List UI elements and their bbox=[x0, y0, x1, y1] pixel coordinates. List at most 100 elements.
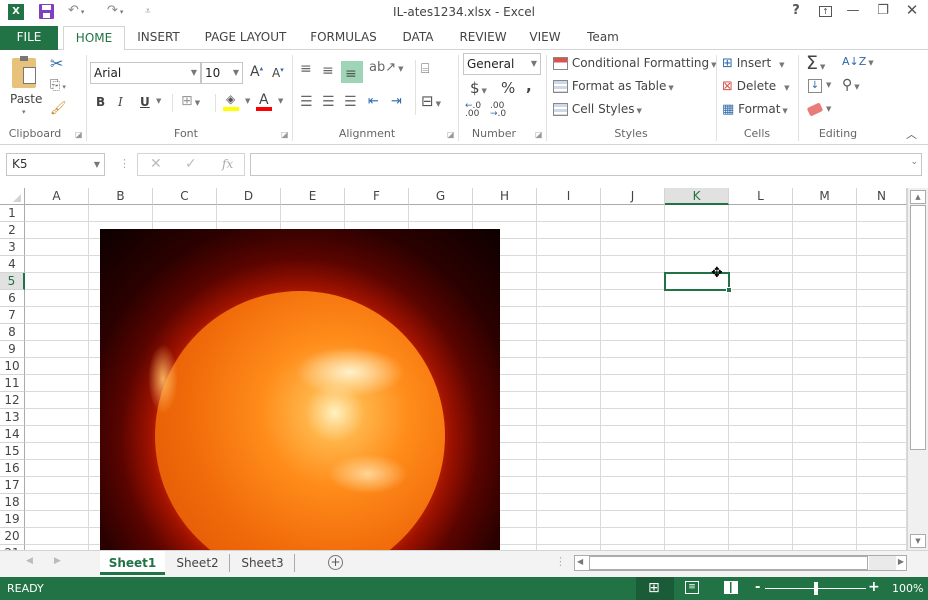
restore-icon[interactable]: ❐ bbox=[872, 3, 894, 18]
formula-bar-splitter-icon[interactable]: ⋮ bbox=[119, 157, 130, 170]
column-header-a[interactable]: A bbox=[25, 188, 89, 205]
column-header-g[interactable]: G bbox=[409, 188, 473, 205]
conditional-formatting-button[interactable]: Conditional Formatting ▼ bbox=[553, 56, 717, 70]
tab-review[interactable]: REVIEW bbox=[455, 26, 511, 50]
row-header-13[interactable]: 13 bbox=[0, 409, 25, 426]
find-select-icon[interactable]: ⚲ ▼ bbox=[842, 77, 860, 93]
font-dialog-launcher-icon[interactable]: ◪ bbox=[281, 130, 289, 139]
row-header-18[interactable]: 18 bbox=[0, 494, 25, 511]
font-size-combo[interactable]: 10 ▼ bbox=[201, 62, 243, 84]
increase-font-size-icon[interactable]: A▴ bbox=[250, 64, 263, 80]
tab-view[interactable]: VIEW bbox=[523, 26, 567, 50]
sun-picture[interactable] bbox=[100, 229, 500, 550]
row-header-4[interactable]: 4 bbox=[0, 256, 25, 273]
column-header-l[interactable]: L bbox=[729, 188, 793, 205]
fill-handle[interactable] bbox=[726, 287, 732, 293]
zoom-level[interactable]: 100% bbox=[892, 582, 923, 595]
sheet-tab-sheet1[interactable]: Sheet1 bbox=[100, 551, 165, 575]
row-header-8[interactable]: 8 bbox=[0, 324, 25, 341]
bold-button[interactable]: B bbox=[96, 95, 105, 109]
align-left-icon[interactable]: ☰ bbox=[300, 94, 313, 110]
autosum-button[interactable]: Σ ▼ bbox=[806, 52, 825, 74]
chevron-down-icon[interactable]: ▼ bbox=[156, 97, 161, 105]
help-icon[interactable]: ? bbox=[785, 3, 807, 18]
insert-cells-button[interactable]: ⊞ Insert ▼ bbox=[722, 56, 785, 71]
column-header-i[interactable]: I bbox=[537, 188, 601, 205]
sheet-tab-sheet3[interactable]: Sheet3 bbox=[231, 554, 295, 572]
page-break-preview-icon[interactable] bbox=[724, 581, 738, 594]
chevron-down-icon[interactable]: ▼ bbox=[245, 97, 250, 105]
decrease-font-size-icon[interactable]: A▾ bbox=[272, 66, 284, 80]
zoom-in-icon[interactable]: + bbox=[868, 579, 880, 595]
expand-formula-bar-icon[interactable]: ⌄ bbox=[910, 157, 918, 167]
row-header-2[interactable]: 2 bbox=[0, 222, 25, 239]
worksheet-grid[interactable]: ABCDEFGHIJKLMN 1 2 3 4 5 6 7 8 9 10 11 12 13 14 15 16 17… bbox=[0, 188, 928, 550]
cancel-icon[interactable]: ✕ bbox=[150, 156, 162, 172]
scroll-right-icon[interactable]: ▶ bbox=[898, 557, 904, 566]
row-header-15[interactable]: 15 bbox=[0, 443, 25, 460]
scroll-down-icon[interactable]: ▼ bbox=[910, 534, 926, 548]
top-align-icon[interactable]: ≡ bbox=[300, 61, 312, 77]
fill-icon[interactable]: ↓ bbox=[808, 79, 822, 93]
fill-color-button[interactable]: ◈ bbox=[223, 92, 241, 112]
column-header-b[interactable]: B bbox=[89, 188, 153, 205]
cut-icon[interactable]: ✂ bbox=[50, 54, 63, 73]
row-header-14[interactable]: 14 bbox=[0, 426, 25, 443]
row-header-16[interactable]: 16 bbox=[0, 460, 25, 477]
column-header-j[interactable]: J bbox=[601, 188, 665, 205]
column-header-c[interactable]: C bbox=[153, 188, 217, 205]
row-header-9[interactable]: 9 bbox=[0, 341, 25, 358]
alignment-dialog-launcher-icon[interactable]: ◪ bbox=[447, 130, 455, 139]
align-right-icon[interactable]: ☰ bbox=[344, 94, 357, 110]
italic-button[interactable]: I bbox=[118, 95, 123, 109]
row-header-12[interactable]: 12 bbox=[0, 392, 25, 409]
percent-style-button[interactable]: % bbox=[501, 79, 515, 97]
insert-function-button[interactable]: fx bbox=[222, 157, 233, 171]
next-sheet-icon[interactable]: ▶ bbox=[54, 556, 61, 566]
accounting-format-button[interactable]: $ ▼ bbox=[470, 79, 487, 97]
collapse-ribbon-icon[interactable]: ︿ bbox=[906, 126, 917, 142]
tab-home[interactable]: HOME bbox=[63, 26, 125, 51]
zoom-out-icon[interactable]: - bbox=[755, 580, 760, 595]
normal-view-button[interactable]: ⊞ bbox=[636, 577, 674, 600]
chevron-down-icon[interactable]: ▼ bbox=[826, 105, 831, 113]
new-sheet-icon[interactable]: + bbox=[328, 555, 343, 570]
tab-file[interactable]: FILE bbox=[0, 26, 58, 50]
column-header-k[interactable]: K bbox=[665, 188, 729, 205]
row-header-5[interactable]: 5 bbox=[0, 273, 25, 290]
number-format-combo[interactable]: General ▼ bbox=[463, 53, 541, 75]
formula-input[interactable]: ⌄ bbox=[250, 153, 922, 176]
vertical-scroll-thumb[interactable] bbox=[910, 205, 926, 450]
page-layout-view-icon[interactable]: ≡ bbox=[685, 581, 699, 594]
tab-formulas[interactable]: FORMULAS bbox=[305, 26, 382, 50]
format-as-table-button[interactable]: Format as Table ▼ bbox=[553, 79, 674, 93]
tab-page-layout[interactable]: PAGE LAYOUT bbox=[198, 26, 293, 50]
horizontal-scrollbar[interactable]: ◀ ▶ bbox=[574, 555, 907, 571]
tab-insert[interactable]: INSERT bbox=[131, 26, 186, 50]
clipboard-dialog-launcher-icon[interactable]: ◪ bbox=[75, 130, 83, 139]
clear-icon[interactable] bbox=[806, 102, 824, 117]
row-header-6[interactable]: 6 bbox=[0, 290, 25, 307]
row-header-20[interactable]: 20 bbox=[0, 528, 25, 545]
previous-sheet-icon[interactable]: ◀ bbox=[26, 556, 33, 566]
increase-decimal-icon[interactable]: ←.0.00 bbox=[465, 102, 481, 119]
center-icon[interactable]: ☰ bbox=[322, 94, 335, 110]
merge-center-icon[interactable]: ⊟ ▼ bbox=[421, 92, 441, 110]
row-header-10[interactable]: 10 bbox=[0, 358, 25, 375]
increase-indent-icon[interactable]: ⇥ bbox=[391, 94, 402, 109]
wrap-text-icon[interactable]: ⌸ bbox=[421, 61, 429, 77]
row-header-19[interactable]: 19 bbox=[0, 511, 25, 528]
sort-filter-icon[interactable]: A↓Z ▼ bbox=[842, 55, 874, 68]
horizontal-scroll-thumb[interactable] bbox=[589, 556, 868, 570]
underline-button[interactable]: U bbox=[140, 95, 150, 109]
tab-team[interactable]: Team bbox=[580, 26, 626, 50]
name-box[interactable]: K5 ▼ bbox=[6, 153, 105, 176]
cell-styles-button[interactable]: Cell Styles ▼ bbox=[553, 102, 642, 116]
middle-align-icon[interactable]: ≡ bbox=[322, 63, 334, 79]
column-header-m[interactable]: M bbox=[793, 188, 857, 205]
column-header-n[interactable]: N bbox=[857, 188, 907, 205]
select-all-button[interactable] bbox=[0, 188, 25, 205]
row-header-7[interactable]: 7 bbox=[0, 307, 25, 324]
column-header-e[interactable]: E bbox=[281, 188, 345, 205]
chevron-down-icon[interactable]: ▼ bbox=[278, 97, 283, 105]
